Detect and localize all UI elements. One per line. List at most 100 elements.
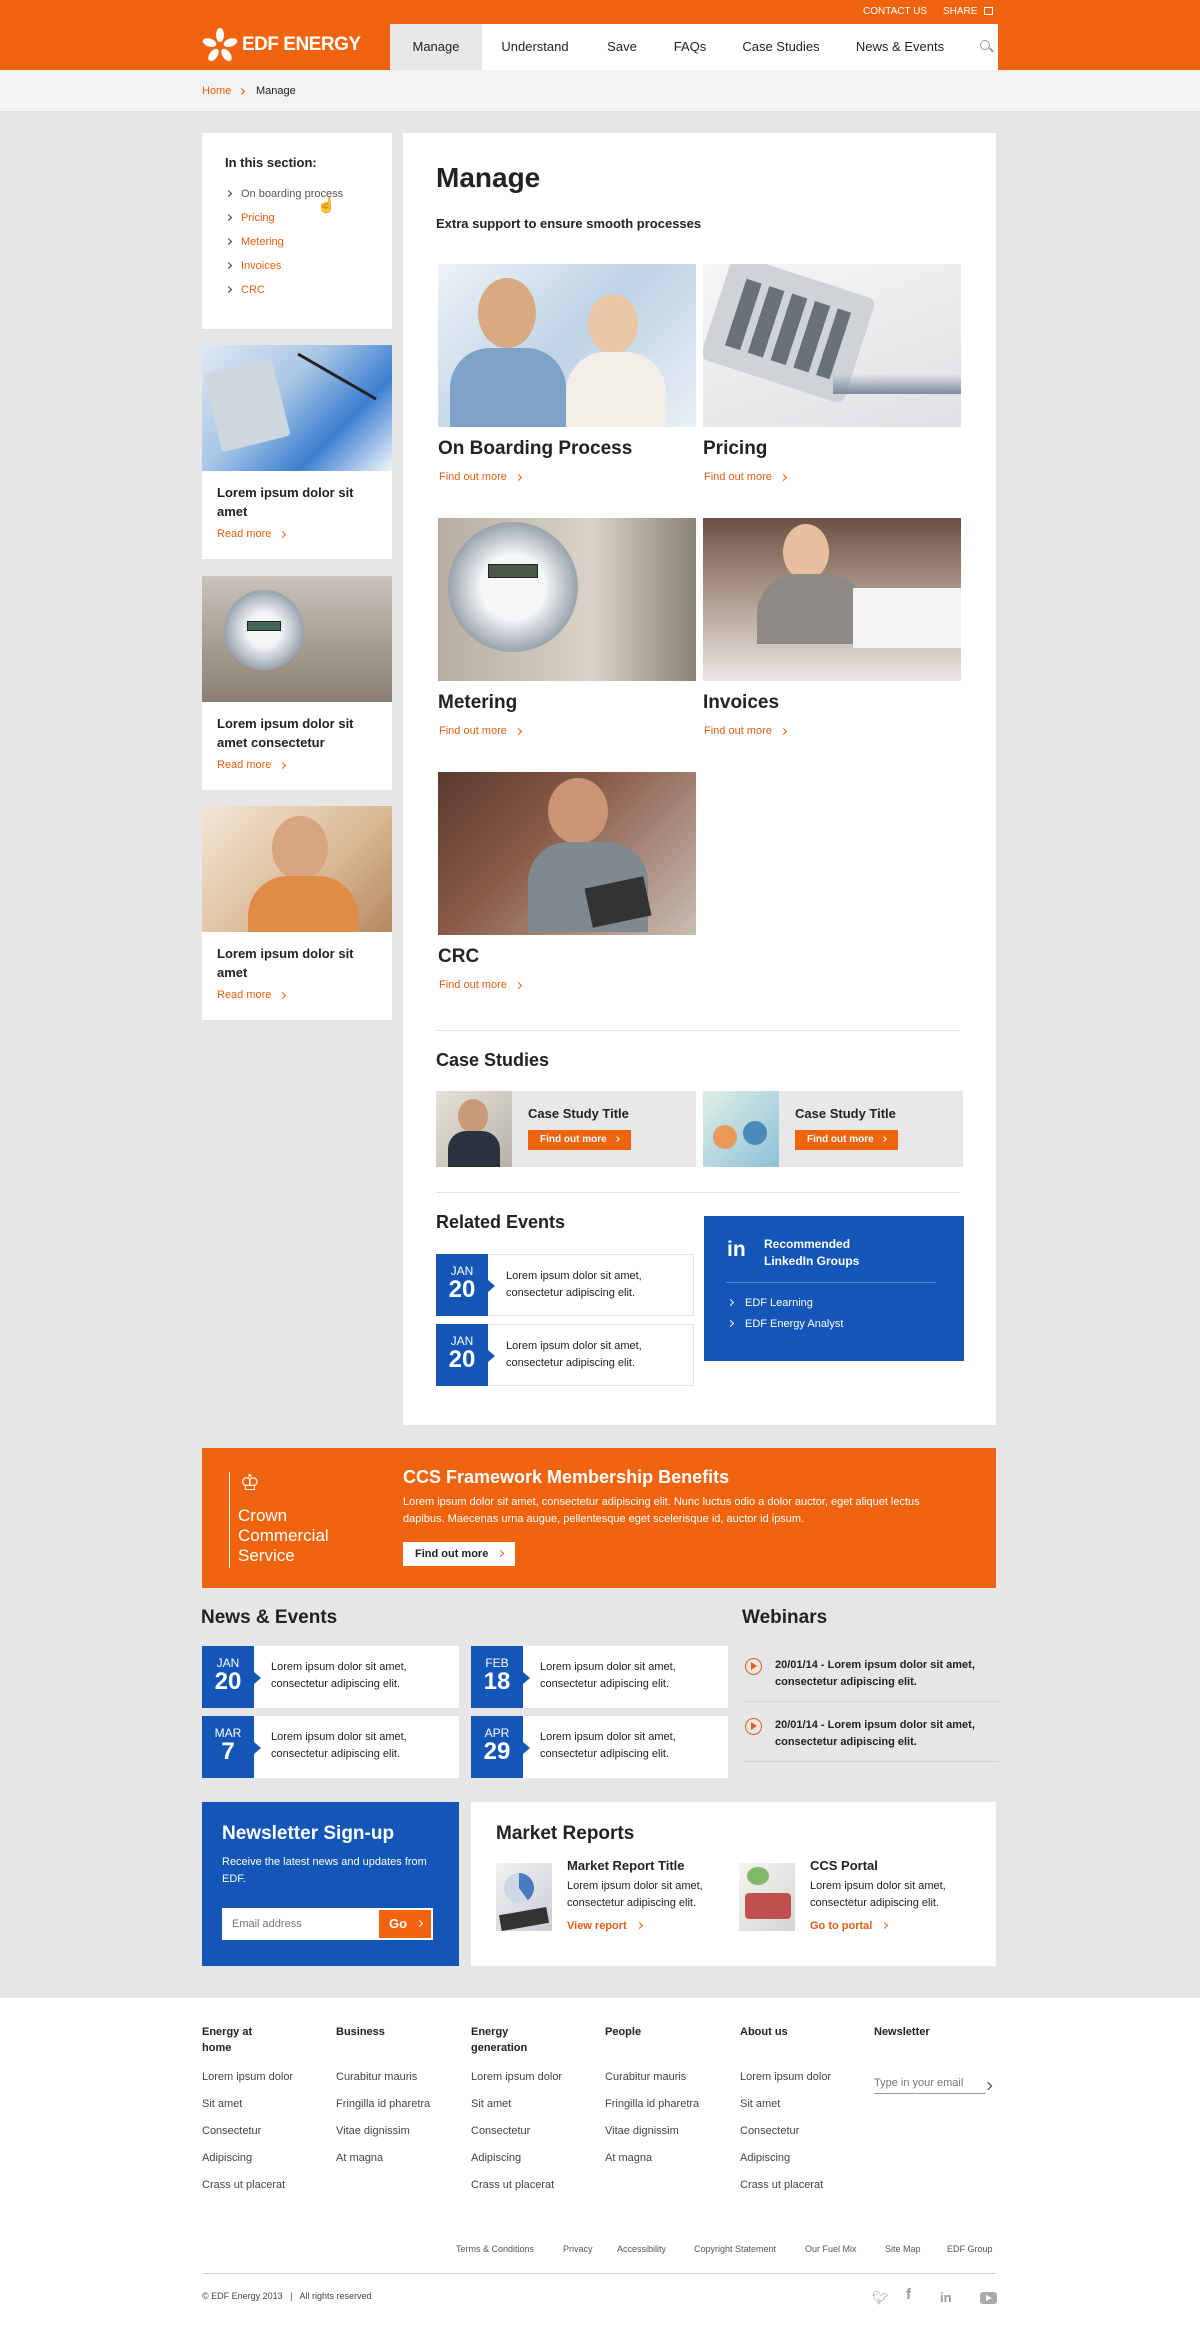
divider [726, 1282, 936, 1283]
promo-title: Lorem ipsum dolor sit amet [217, 946, 354, 980]
footer-email-input[interactable] [874, 2072, 986, 2094]
footer-link[interactable]: Consectetur [471, 2118, 596, 2145]
webinar-item[interactable]: 20/01/14 - Lorem ipsum dolor sit amet, c… [743, 1706, 999, 1762]
contact-us-link[interactable]: CONTACT US [863, 6, 927, 17]
share-link[interactable]: SHARE [943, 6, 994, 17]
edf-logo[interactable]: EDF ENERGY [202, 26, 362, 66]
footer-link[interactable]: Adipiscing [471, 2145, 596, 2172]
footer-link[interactable]: Sit amet [471, 2091, 596, 2118]
news-item[interactable]: APR 29 Lorem ipsum dolor sit amet, consec… [471, 1716, 728, 1778]
case-study-button[interactable]: Find out more [528, 1130, 631, 1150]
webinar-item[interactable]: 20/01/14 - Lorem ipsum dolor sit amet, c… [743, 1646, 999, 1702]
news-events-heading: News & Events [201, 1607, 338, 1628]
footer-link[interactable]: At magna [605, 2145, 730, 2172]
facebook-icon[interactable]: f [906, 2286, 911, 2303]
legal-link[interactable]: Site Map [885, 2244, 921, 2254]
promo-card[interactable]: Lorem ipsum dolor sit amet consectetur R… [202, 576, 392, 790]
chevron-right-icon [779, 727, 787, 736]
chevron-right-icon [726, 1319, 735, 1328]
promo-card[interactable]: Lorem ipsum dolor sit amet Read more [202, 806, 392, 1020]
promo-card[interactable]: Lorem ipsum dolor sit amet Read more [202, 345, 392, 559]
section-nav-item-crc[interactable]: CRC [224, 284, 265, 296]
search-icon[interactable] [980, 40, 994, 54]
section-nav-item-invoices[interactable]: Invoices [224, 260, 281, 272]
newsletter-email-input[interactable] [222, 1908, 377, 1940]
legal-link[interactable]: Privacy [563, 2244, 593, 2254]
footer-link[interactable]: Sit amet [202, 2091, 327, 2118]
event-item[interactable]: JAN 20 Lorem ipsum dolor sit amet, conse… [436, 1324, 694, 1386]
nav-save[interactable]: Save [594, 24, 650, 70]
footer-link[interactable]: Consectetur [202, 2118, 327, 2145]
breadcrumb-home[interactable]: Home [202, 85, 231, 97]
tile-image-onboarding[interactable] [438, 264, 696, 427]
footer-link[interactable]: Vitae dignissim [336, 2118, 461, 2145]
footer-link[interactable]: Vitae dignissim [605, 2118, 730, 2145]
tile-title: Pricing [703, 438, 768, 459]
footer-link[interactable]: Lorem ipsum dolor [740, 2064, 865, 2091]
nav-case-studies[interactable]: Case Studies [736, 24, 826, 70]
news-item[interactable]: MAR 7 Lorem ipsum dolor sit amet, consect… [202, 1716, 459, 1778]
tile-find-out-more[interactable]: Find out more [704, 471, 787, 483]
footer-link[interactable]: Crass ut placerat [740, 2172, 865, 2199]
legal-link[interactable]: Accessibility [617, 2244, 666, 2254]
promo-read-more[interactable]: Read more [217, 759, 287, 771]
footer-link[interactable]: Crass ut placerat [471, 2172, 596, 2199]
footer-column-heading: Energy generation [471, 2026, 528, 2054]
legal-link[interactable]: EDF Group [947, 2244, 993, 2254]
tile-title: Metering [438, 692, 518, 713]
legal-link[interactable]: Terms & Conditions [456, 2244, 534, 2254]
footer-link[interactable]: Adipiscing [202, 2145, 327, 2172]
footer-link[interactable]: Sit amet [740, 2091, 865, 2118]
linkedin-group-link[interactable]: EDF Energy Analyst [726, 1318, 843, 1330]
case-study-card[interactable]: Case Study Title Find out more [703, 1091, 963, 1167]
footer-link[interactable]: At magna [336, 2145, 461, 2172]
legal-link[interactable]: Copyright Statement [694, 2244, 776, 2254]
footer-link[interactable]: Fringilla id pharetra [605, 2091, 730, 2118]
promo-read-more-label: Read more [217, 759, 272, 771]
nav-news-events[interactable]: News & Events [848, 24, 952, 70]
tile-image-metering[interactable] [438, 518, 696, 681]
newsletter-go-label: Go [389, 1916, 408, 1931]
event-item[interactable]: JAN 20 Lorem ipsum dolor sit amet, conse… [436, 1254, 694, 1316]
tile-image-crc[interactable] [438, 772, 696, 935]
legal-link[interactable]: Our Fuel Mix [805, 2244, 857, 2254]
footer-link[interactable]: Curabitur mauris [336, 2064, 461, 2091]
tile-find-out-more[interactable]: Find out more [439, 725, 522, 737]
linkedin-group-link[interactable]: EDF Learning [726, 1297, 813, 1309]
news-item[interactable]: JAN 20 Lorem ipsum dolor sit amet, consec… [202, 1646, 459, 1708]
youtube-icon[interactable] [980, 2292, 997, 2304]
nav-faqs[interactable]: FAQs [664, 24, 716, 70]
footer-link[interactable]: Consectetur [740, 2118, 865, 2145]
footer-link[interactable]: Curabitur mauris [605, 2064, 730, 2091]
footer-email-submit[interactable] [983, 2078, 995, 2091]
twitter-icon[interactable]: 🐦︎ [872, 2290, 889, 2306]
linkedin-icon[interactable]: in [940, 2290, 952, 2305]
nav-manage[interactable]: Manage [390, 24, 482, 70]
market-report-item[interactable]: Market Report Title Lorem ipsum dolor si… [496, 1858, 736, 1948]
footer-link[interactable]: Fringilla id pharetra [336, 2091, 461, 2118]
promo-read-more[interactable]: Read more [217, 989, 287, 1001]
tile-find-out-more[interactable]: Find out more [704, 725, 787, 737]
promo-read-more[interactable]: Read more [217, 528, 287, 540]
news-item[interactable]: FEB 18 Lorem ipsum dolor sit amet, consec… [471, 1646, 728, 1708]
case-study-button[interactable]: Find out more [795, 1130, 898, 1150]
footer-link[interactable]: Adipiscing [740, 2145, 865, 2172]
footer-newsletter-heading: Newsletter [874, 2026, 930, 2038]
ccs-find-out-more-button[interactable]: Find out more [403, 1542, 516, 1566]
view-report-link[interactable]: View report [567, 1920, 643, 1932]
tile-find-out-more[interactable]: Find out more [439, 471, 522, 483]
case-study-card[interactable]: Case Study Title Find out more [436, 1091, 696, 1167]
footer-link[interactable]: Crass ut placerat [202, 2172, 327, 2199]
tile-image-invoices[interactable] [703, 518, 961, 681]
section-nav-item-metering[interactable]: Metering [224, 236, 284, 248]
footer-link[interactable]: Lorem ipsum dolor [471, 2064, 596, 2091]
go-to-portal-link[interactable]: Go to portal [810, 1920, 889, 1932]
footer-link[interactable]: Lorem ipsum dolor [202, 2064, 327, 2091]
newsletter-go-button[interactable]: Go [377, 1908, 433, 1940]
nav-understand[interactable]: Understand [488, 24, 582, 70]
tile-image-pricing[interactable] [703, 264, 961, 427]
section-nav-item-pricing[interactable]: Pricing [224, 212, 275, 224]
tile-find-out-more[interactable]: Find out more [439, 979, 522, 991]
market-report-item[interactable]: CCS Portal Lorem ipsum dolor sit amet, c… [739, 1858, 979, 1948]
ccs-logo-line: Commercial [238, 1526, 329, 1545]
